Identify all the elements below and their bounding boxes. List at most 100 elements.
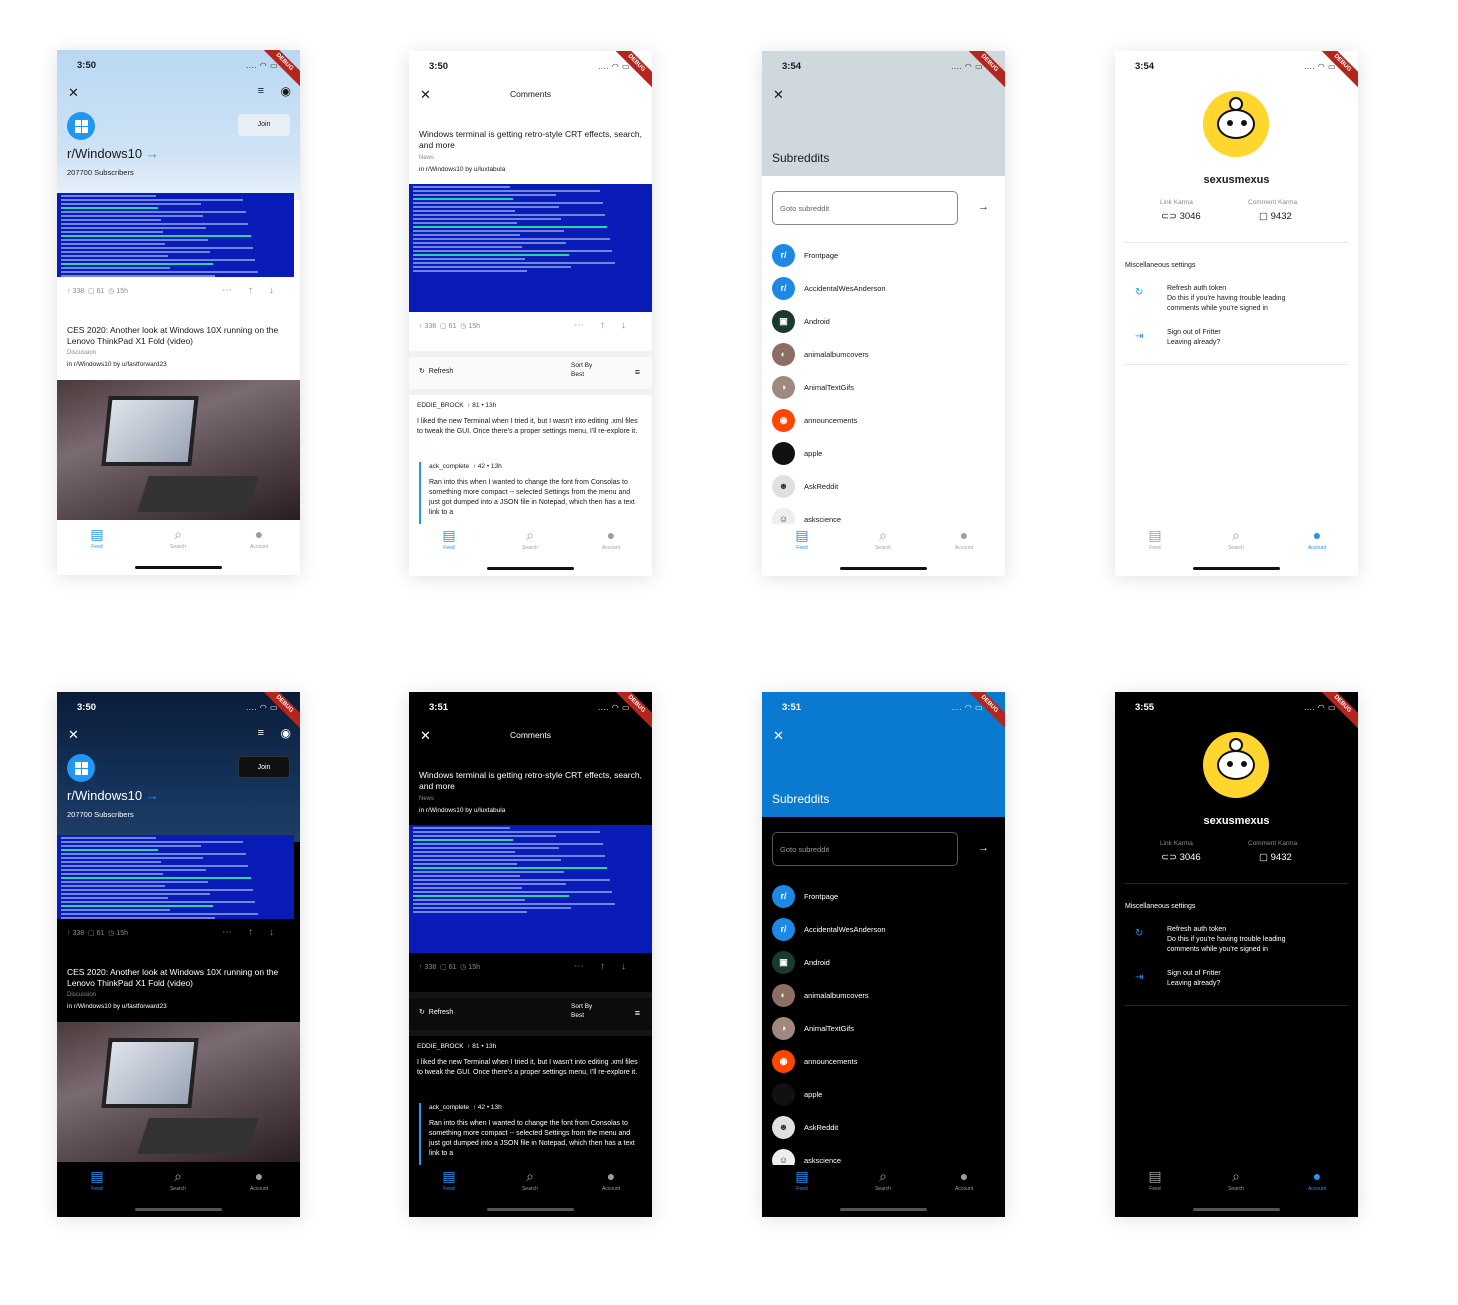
nav-search-label: Search — [1228, 545, 1244, 551]
nav-search[interactable]: ⌕ Search — [500, 1168, 560, 1192]
nav-account[interactable]: ● Account — [1287, 1168, 1347, 1192]
nav-search[interactable]: ⌕ Search — [500, 527, 560, 551]
signal-wifi-battery-icons: .... ◠ ▭ — [598, 62, 630, 71]
close-icon[interactable]: ✕ — [773, 88, 784, 101]
post-image-terminal[interactable] — [57, 835, 294, 919]
subreddit-name: animalalbumcovers — [804, 350, 869, 359]
phone-screen-comments-dark: ✕ Comments Windows terminal is getting r… — [409, 692, 652, 1217]
subreddit-title[interactable]: r/Windows10 → — [67, 788, 159, 803]
comment-reply: ack_complete ↑ 42 • 13h Ran into this wh… — [419, 462, 642, 526]
nav-account-label: Account — [249, 544, 269, 550]
sort-icon[interactable]: ≡ — [635, 367, 640, 377]
divider — [1125, 1005, 1348, 1006]
nav-account[interactable]: ● Account — [229, 1168, 289, 1192]
terminal-line — [413, 186, 511, 188]
subreddit-name: announcements — [804, 416, 858, 425]
sign-out-setting[interactable]: ⇥ Sign out of Fritter Leaving already? — [1125, 328, 1348, 352]
search-icon: ⌕ — [879, 1168, 887, 1184]
nav-account[interactable]: ● Account — [229, 526, 289, 550]
nav-search[interactable]: ⌕ Search — [1206, 527, 1266, 551]
nav-feed[interactable]: ▤ Feed — [1125, 1168, 1185, 1192]
sort-selector[interactable]: Sort By Best — [571, 361, 592, 379]
close-icon[interactable]: ✕ — [773, 729, 784, 742]
go-arrow-icon[interactable]: → — [978, 842, 989, 854]
post-image-terminal[interactable] — [409, 825, 652, 953]
refresh-button[interactable]: ↻ Refresh — [419, 367, 453, 375]
theme-icon[interactable]: ◉ — [281, 84, 291, 98]
nav-search[interactable]: ⌕ Search — [853, 527, 913, 551]
post-actions[interactable]: ⋯↑↓ — [574, 961, 642, 972]
nav-account[interactable]: ● Account — [581, 1168, 641, 1192]
theme-icon[interactable]: ◉ — [281, 726, 291, 740]
status-bar: 3:55 .... ◠ ▭ — [1115, 692, 1358, 722]
nav-feed[interactable]: ▤ Feed — [772, 527, 832, 551]
nav-feed[interactable]: ▤ Feed — [67, 1168, 127, 1192]
post-actions[interactable]: ⋯↑↓ — [222, 927, 290, 938]
nav-search[interactable]: ⌕ Search — [853, 1168, 913, 1192]
terminal-line — [413, 254, 569, 256]
sort-icon[interactable]: ≡ — [258, 727, 264, 739]
join-button[interactable]: Join — [238, 756, 290, 778]
terminal-line — [61, 861, 161, 863]
link-karma-label: Link Karma — [1160, 840, 1193, 847]
terminal-line — [61, 247, 253, 249]
sort-icon[interactable]: ≡ — [635, 1008, 640, 1018]
keyboard-image — [137, 1118, 259, 1154]
home-indicator — [487, 1208, 574, 1211]
terminal-line — [413, 851, 516, 853]
link-karma-value: ⊂⊃ 3046 — [1161, 211, 1201, 222]
terminal-line — [61, 275, 216, 277]
nav-feed[interactable]: ▤ Feed — [772, 1168, 832, 1192]
terminal-line — [413, 242, 567, 244]
nav-feed[interactable]: ▤ Feed — [419, 527, 479, 551]
signal-wifi-battery-icons: .... ◠ ▭ — [246, 703, 278, 712]
home-indicator — [1193, 567, 1280, 570]
subreddit-name: AskReddit — [804, 482, 839, 491]
close-icon[interactable]: ✕ — [68, 86, 79, 99]
post-image-photo[interactable] — [57, 1022, 300, 1162]
post-image-terminal[interactable] — [57, 193, 294, 277]
post-actions[interactable]: ⋯↑↓ — [574, 320, 642, 331]
post-image-photo[interactable] — [57, 380, 300, 520]
subreddit-icon: r/ — [772, 244, 795, 267]
sort-selector[interactable]: Sort By Best — [571, 1002, 592, 1020]
nav-account[interactable]: ● Account — [934, 1168, 994, 1192]
go-arrow-icon[interactable]: → — [978, 201, 989, 213]
post-title[interactable]: CES 2020: Another look at Windows 10X ru… — [67, 325, 290, 347]
nav-account[interactable]: ● Account — [1287, 527, 1347, 551]
join-button[interactable]: Join — [238, 114, 290, 136]
terminal-line — [61, 243, 166, 245]
post-title: Windows terminal is getting retro-style … — [419, 770, 642, 791]
post-flair: News — [419, 796, 435, 802]
subreddit-title[interactable]: r/Windows10 → — [67, 146, 159, 161]
post-title[interactable]: CES 2020: Another look at Windows 10X ru… — [67, 967, 290, 989]
refresh-button[interactable]: ↻ Refresh — [419, 1008, 453, 1016]
nav-search[interactable]: ⌕ Search — [148, 526, 208, 550]
account-circle-icon: ● — [606, 527, 616, 543]
nav-search-label: Search — [1228, 1186, 1244, 1192]
close-icon[interactable]: ✕ — [68, 728, 79, 741]
post-byline[interactable]: in r/Windows10 by u/luxtabula — [419, 807, 505, 814]
refresh-token-setting[interactable]: ↻ Refresh auth token Do this if you're ha… — [1125, 925, 1348, 957]
goto-subreddit-input[interactable]: Goto subreddit — [772, 832, 958, 866]
goto-subreddit-input[interactable]: Goto subreddit — [772, 191, 958, 225]
post-actions[interactable]: ⋯↑↓ — [222, 285, 290, 296]
nav-search[interactable]: ⌕ Search — [1206, 1168, 1266, 1192]
nav-feed[interactable]: ▤ Feed — [1125, 527, 1185, 551]
nav-account[interactable]: ● Account — [581, 527, 641, 551]
sort-icon[interactable]: ≡ — [258, 85, 264, 97]
post-byline[interactable]: in r/Windows10 by u/luxtabula — [419, 166, 505, 173]
subreddit-icon: ▣ — [772, 310, 795, 333]
nav-feed[interactable]: ▤ Feed — [67, 526, 127, 550]
terminal-line — [413, 238, 610, 240]
phone-screen-account-light: sexusmexus Link Karma ⊂⊃ 3046 Comment Ka… — [1115, 51, 1358, 576]
refresh-token-setting[interactable]: ↻ Refresh auth token Do this if you're ha… — [1125, 284, 1348, 316]
nav-account[interactable]: ● Account — [934, 527, 994, 551]
sign-out-setting[interactable]: ⇥ Sign out of Fritter Leaving already? — [1125, 969, 1348, 993]
terminal-line — [413, 835, 557, 837]
nav-search[interactable]: ⌕ Search — [148, 1168, 208, 1192]
nav-feed[interactable]: ▤ Feed — [419, 1168, 479, 1192]
post-byline[interactable]: in r/Windows10 by u/fastforward23 — [67, 1003, 167, 1010]
post-image-terminal[interactable] — [409, 184, 652, 312]
post-byline[interactable]: in r/Windows10 by u/fastforward23 — [67, 361, 167, 368]
